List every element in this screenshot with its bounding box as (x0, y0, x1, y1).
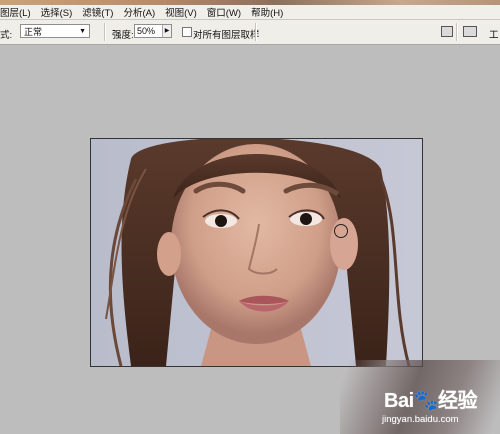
strength-input[interactable]: 50% ▶ (134, 24, 172, 38)
options-divider (255, 23, 257, 41)
menu-bar: 图层(L) 选择(S) 滤镜(T) 分析(A) 视图(V) 窗口(W) 帮助(H… (0, 5, 500, 20)
mode-select[interactable]: 正常 ▼ (20, 24, 90, 38)
paw-icon: 🐾 (413, 390, 439, 412)
strength-dropdown-icon[interactable]: ▶ (162, 25, 171, 37)
menu-analysis[interactable]: 分析(A) (123, 5, 155, 19)
mode-select-value: 正常 (24, 27, 43, 37)
menu-filter[interactable]: 滤镜(T) (82, 5, 113, 19)
menu-layer[interactable]: 图层(L) (0, 5, 31, 19)
options-divider (104, 23, 106, 41)
menu-view[interactable]: 视图(V) (165, 5, 197, 19)
sample-all-layers-checkbox[interactable] (182, 27, 192, 37)
options-bar: 式: 正常 ▼ 强度: 50% ▶ 对所有图层取样 工 (0, 20, 500, 45)
menu-select[interactable]: 选择(S) (41, 5, 73, 19)
watermark-brand: Bai (384, 390, 414, 412)
menu-help[interactable]: 帮助(H) (251, 5, 283, 19)
mode-label: 式: (0, 30, 13, 41)
menu-window[interactable]: 窗口(W) (207, 5, 241, 19)
strength-label: 强度: (112, 30, 134, 41)
watermark-brand-suffix: 经验 (438, 390, 478, 412)
watermark-url: jingyan.baidu.com (382, 414, 459, 425)
portrait-photo[interactable] (90, 138, 423, 367)
tablet-pressure-icon[interactable] (441, 26, 453, 37)
baidu-logo: Bai🐾经验 (384, 384, 478, 413)
brush-cursor-icon (334, 224, 348, 238)
portrait-image (91, 139, 422, 366)
strength-value: 50% (137, 26, 156, 36)
tool-preset-icon[interactable] (463, 26, 477, 37)
options-divider (456, 23, 458, 41)
workspace-label[interactable]: 工 (489, 27, 499, 41)
chevron-down-icon: ▼ (79, 28, 86, 35)
sample-all-layers-label: 对所有图层取样 (193, 30, 260, 41)
